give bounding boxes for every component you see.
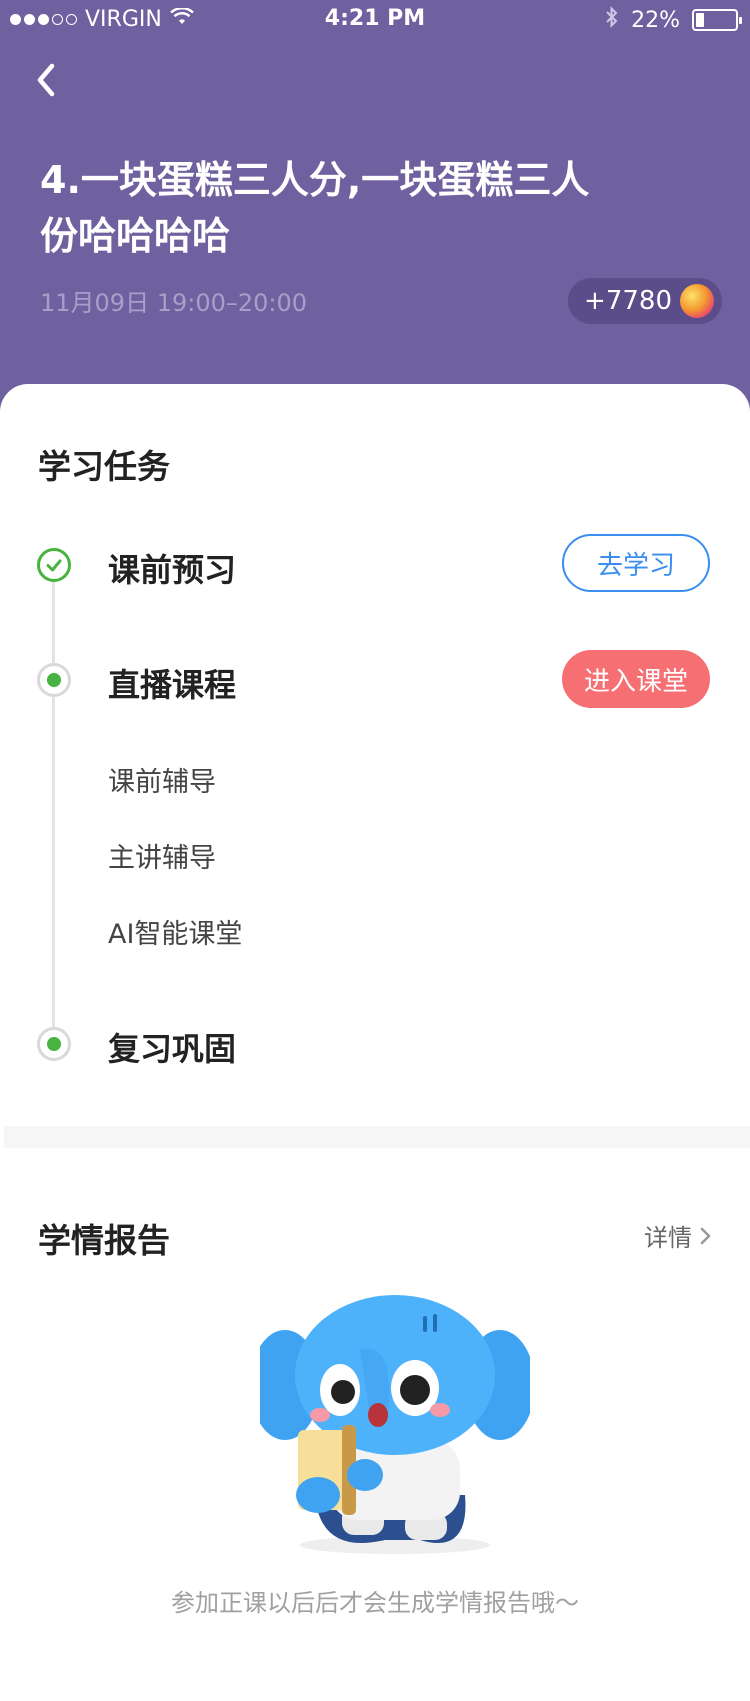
points-value: +7780 [584,286,672,316]
timeline-line [52,566,55,1044]
status-bar: VIRGIN 4:21 PM 22% [0,0,750,40]
elephant-mascot-illustration [250,1290,535,1560]
report-section-title: 学情报告 [38,1221,170,1260]
task-done-check-icon [37,548,71,582]
header: VIRGIN 4:21 PM 22% 4.一块蛋糕三人分,一块蛋糕三人份哈哈哈哈… [0,0,750,420]
section-divider [4,1126,750,1148]
enter-classroom-button[interactable]: 进入课堂 [562,650,710,708]
detail-link-label: 详情 [644,1224,692,1252]
task-label-live: 直播课程 [108,666,237,704]
class-datetime: 11月09日 19:00–20:00 [40,289,308,317]
task-node-dot-icon [37,663,71,697]
sub-task-pre-tutoring[interactable]: 课前辅导 [108,760,216,799]
back-button[interactable] [28,60,68,100]
battery-icon [692,9,742,31]
battery-percent: 22% [631,7,680,33]
chevron-right-icon [700,1227,711,1244]
chevron-left-icon [37,63,55,97]
report-detail-link[interactable]: 详情 [644,1218,712,1253]
tasks-section-title: 学习任务 [38,447,170,486]
page-title: 4.一块蛋糕三人分,一块蛋糕三人份哈哈哈哈 [40,158,590,258]
go-study-button[interactable]: 去学习 [562,534,710,592]
bluetooth-icon [605,6,619,34]
coin-icon [680,284,714,318]
task-node-dot-icon [37,1027,71,1061]
task-label-preview: 课前预习 [108,551,237,589]
sub-task-main-tutoring[interactable]: 主讲辅导 [108,836,216,875]
report-empty-message: 参加正课以后后才会生成学情报告哦～ [171,1589,579,1617]
sub-task-ai-classroom[interactable]: AI智能课堂 [108,912,242,951]
task-label-review: 复习巩固 [108,1030,237,1068]
points-badge: +7780 [568,278,722,324]
